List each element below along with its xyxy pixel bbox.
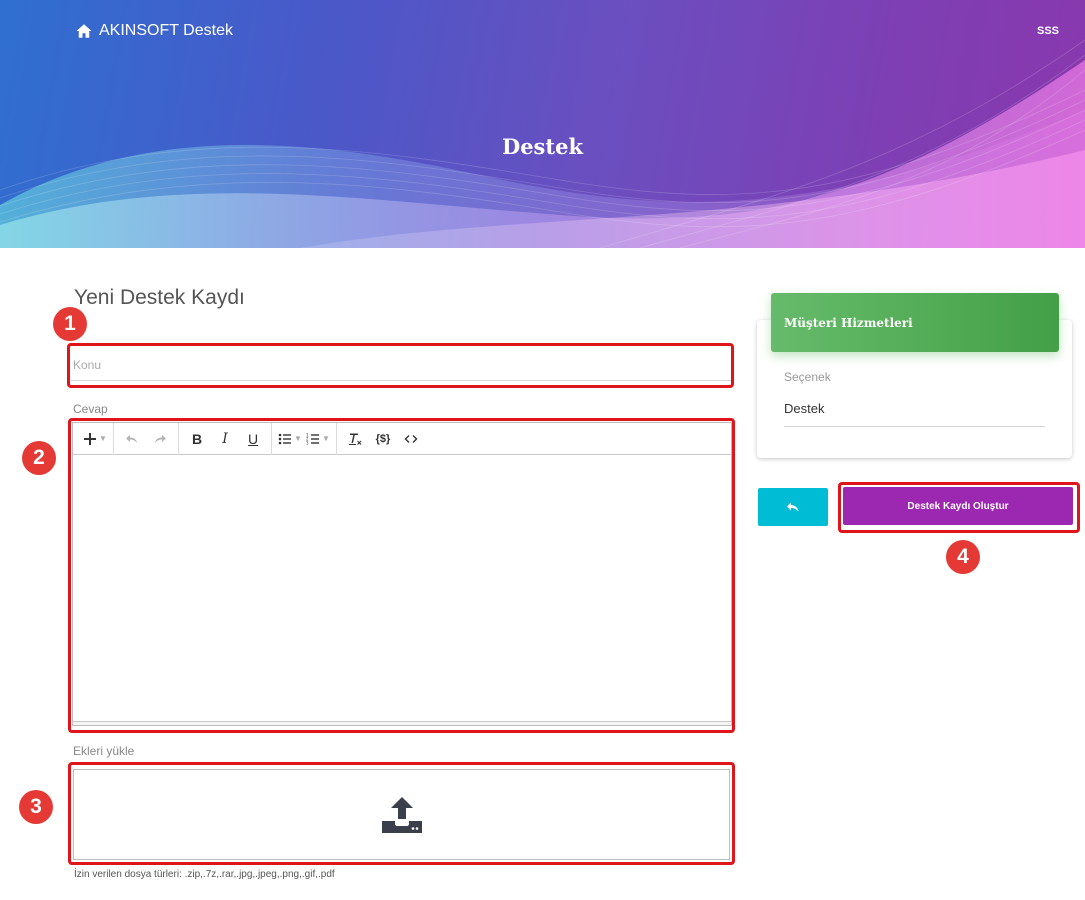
toolbar-group-lists: ▼ 1 2 3 ▼: [272, 422, 337, 455]
editor-content-area[interactable]: [73, 456, 731, 719]
caret-down-icon: ▼: [322, 434, 330, 443]
back-button[interactable]: [758, 488, 828, 526]
marker-2: 2: [22, 441, 56, 475]
numbered-list-icon: 1 2 3: [306, 432, 320, 445]
toolbar-group-history: [114, 422, 179, 455]
toolbar-group-insert: ▼: [77, 422, 114, 455]
upload-icon: [381, 796, 422, 833]
redo-icon: [155, 434, 166, 443]
numbered-list-button[interactable]: 1 2 3 ▼: [304, 427, 332, 451]
answer-label: Cevap: [73, 402, 108, 416]
marker-4: 4: [946, 540, 980, 574]
insert-dropdown-button[interactable]: ▼: [81, 427, 109, 451]
bullet-list-icon: [278, 433, 292, 444]
editor-toolbar: ▼ B I U ▼ 1 2 3 ▼ {$}: [73, 422, 731, 455]
card-header: Müşteri Hizmetleri: [771, 293, 1059, 352]
undo-icon: [126, 434, 137, 443]
undo-arrow-icon: [787, 502, 799, 512]
toolbar-group-misc: {$}: [337, 423, 429, 455]
file-upload-dropzone[interactable]: [73, 769, 730, 860]
option-label: Seçenek: [784, 370, 831, 384]
brand-label: AKINSOFT Destek: [99, 22, 233, 39]
page-title: Yeni Destek Kaydı: [74, 286, 245, 309]
editor-statusbar: [73, 721, 731, 725]
underline-button[interactable]: U: [239, 427, 267, 451]
hero-banner: AKINSOFT Destek SSS Destek: [0, 0, 1085, 248]
brand-home-link[interactable]: AKINSOFT Destek: [75, 22, 233, 40]
code-block-button[interactable]: {$}: [369, 427, 397, 451]
caret-down-icon: ▼: [99, 434, 107, 443]
allowed-file-types-text: İzin verilen dosya türleri: .zip,.7z,.ra…: [74, 869, 335, 880]
marker-3: 3: [19, 790, 53, 824]
caret-down-icon: ▼: [294, 434, 302, 443]
svg-text:3: 3: [306, 440, 309, 445]
attachments-label: Ekleri yükle: [73, 744, 135, 758]
plus-icon: [84, 432, 97, 445]
source-code-button[interactable]: [397, 427, 425, 451]
italic-button[interactable]: I: [211, 427, 239, 451]
bullet-list-button[interactable]: ▼: [276, 427, 304, 451]
redo-button[interactable]: [146, 427, 174, 451]
clear-format-icon: [349, 433, 362, 445]
home-icon: [76, 24, 92, 38]
marker-1: 1: [53, 307, 87, 341]
code-braces-icon: {$}: [375, 432, 391, 445]
undo-button[interactable]: [118, 427, 146, 451]
faq-link[interactable]: SSS: [1037, 25, 1059, 37]
hero-title: Destek: [501, 134, 583, 159]
rich-text-editor: ▼ B I U ▼ 1 2 3 ▼ {$}: [72, 422, 732, 726]
toolbar-group-format: B I U: [179, 422, 272, 455]
source-code-icon: [404, 434, 418, 443]
clear-format-button[interactable]: [341, 427, 369, 451]
create-ticket-button[interactable]: Destek Kaydı Oluştur: [843, 487, 1073, 525]
subject-input[interactable]: [71, 349, 731, 381]
option-select[interactable]: Destek: [784, 398, 1045, 427]
bold-button[interactable]: B: [183, 427, 211, 451]
